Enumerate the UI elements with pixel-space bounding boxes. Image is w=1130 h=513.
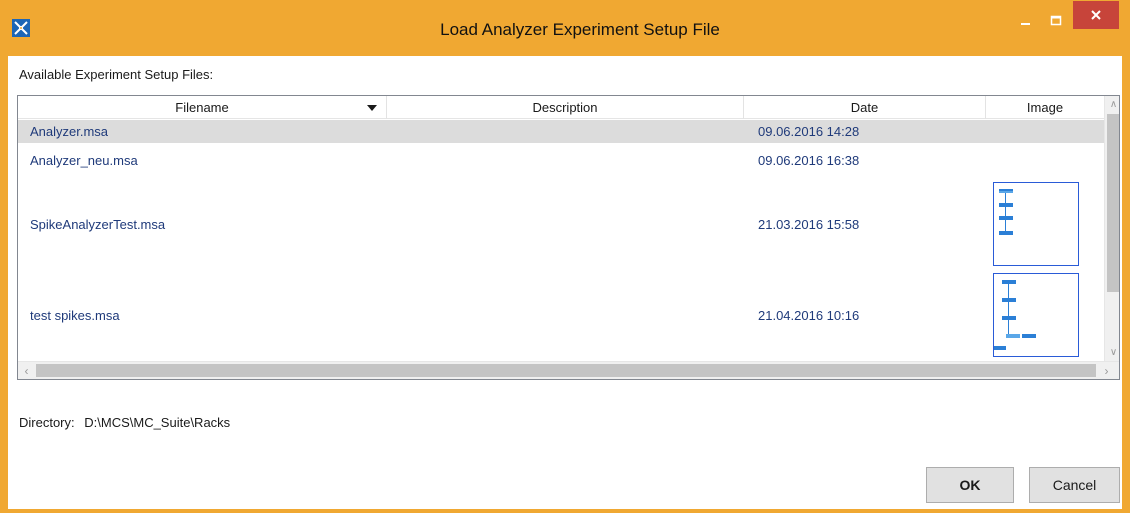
directory-info: Directory: D:\MCS\MC_Suite\Racks: [19, 415, 230, 430]
table-row[interactable]: Analyzer_neu.msa 09.06.2016 16:38: [18, 143, 1104, 178]
column-header-filename-label: Filename: [175, 100, 229, 115]
row-filename: SpikeAnalyzerTest.msa: [30, 216, 166, 232]
available-files-label: Available Experiment Setup Files:: [19, 67, 214, 82]
files-table[interactable]: Filename Description Date Image Analyzer…: [17, 95, 1120, 380]
maximize-button[interactable]: [1041, 0, 1071, 42]
maximize-icon: [1050, 15, 1062, 26]
horizontal-scroll-thumb[interactable]: [36, 364, 1096, 377]
row-date: 21.04.2016 10:16: [758, 307, 860, 323]
column-header-image[interactable]: Image: [986, 96, 1104, 119]
row-filename: Analyzer_neu.msa: [30, 153, 138, 168]
row-filename: Analyzer.msa: [30, 124, 109, 139]
cancel-button-label: Cancel: [1052, 477, 1097, 493]
close-button[interactable]: [1073, 1, 1119, 29]
column-header-filename[interactable]: Filename: [18, 96, 387, 119]
column-header-image-label: Image: [1026, 100, 1064, 115]
sort-descending-icon[interactable]: [367, 105, 377, 111]
ok-button-label: OK: [959, 477, 981, 493]
row-filename: test spikes.msa: [30, 307, 120, 323]
column-header-description-label: Description: [532, 100, 598, 115]
scroll-up-icon[interactable]: ∧: [1105, 96, 1119, 113]
minimize-icon: [1021, 23, 1030, 25]
cancel-button[interactable]: Cancel: [1029, 467, 1120, 503]
table-row[interactable]: SpikeAnalyzerTest.msa 21.03.2016 15:58: [18, 178, 1104, 270]
directory-label: Directory:: [19, 415, 75, 430]
setup-thumbnail-image: [993, 273, 1079, 357]
row-image: [993, 270, 1079, 360]
scroll-left-icon[interactable]: ‹: [18, 362, 35, 379]
row-image: [993, 178, 1079, 270]
column-header-description[interactable]: Description: [387, 96, 744, 119]
scroll-down-icon[interactable]: ∨: [1105, 344, 1119, 361]
column-header-date-label: Date: [850, 100, 879, 115]
row-date: 09.06.2016 14:28: [758, 124, 860, 139]
table-row[interactable]: test spikes.msa 21.04.2016 10:16: [18, 270, 1104, 360]
setup-thumbnail-image: [993, 182, 1079, 266]
vertical-scrollbar[interactable]: ∧ ∨: [1104, 96, 1119, 361]
close-icon: [1091, 10, 1101, 20]
ok-button[interactable]: OK: [926, 467, 1014, 503]
row-date: 21.03.2016 15:58: [758, 216, 860, 232]
minimize-button[interactable]: [1011, 0, 1041, 42]
scroll-right-icon[interactable]: ›: [1098, 362, 1115, 379]
table-header: Filename Description Date Image: [18, 96, 1104, 119]
title-bar[interactable]: Load Analyzer Experiment Setup File: [0, 0, 1130, 56]
horizontal-scrollbar[interactable]: ‹ ›: [18, 361, 1119, 379]
row-date: 09.06.2016 16:38: [758, 153, 860, 168]
column-header-date[interactable]: Date: [744, 96, 986, 119]
table-row[interactable]: Analyzer.msa 09.06.2016 14:28: [18, 120, 1104, 143]
vertical-scroll-thumb[interactable]: [1107, 114, 1119, 292]
window-title: Load Analyzer Experiment Setup File: [440, 20, 720, 39]
directory-path: D:\MCS\MC_Suite\Racks: [84, 415, 231, 430]
